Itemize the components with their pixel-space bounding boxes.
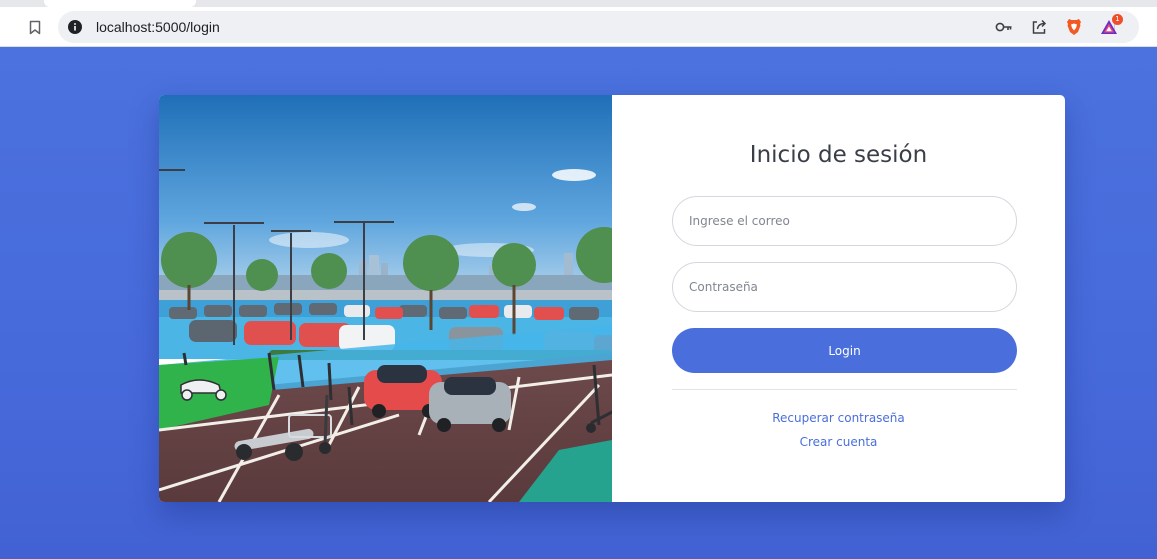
login-form: Inicio de sesión Login Recuperar contras… [612,95,1065,502]
brave-rewards-icon[interactable]: 1 [1100,14,1123,36]
active-tab[interactable] [44,0,196,7]
address-bar[interactable]: localhost:5000/login 1 [58,11,1139,43]
info-icon[interactable] [67,19,83,35]
parking-lot-illustration [159,95,612,502]
login-card: Inicio de sesión Login Recuperar contras… [159,95,1065,502]
key-icon[interactable] [995,18,1013,36]
brave-shield-icon[interactable] [1065,18,1083,36]
password-field[interactable] [672,262,1017,312]
page-title: Inicio de sesión [749,142,928,168]
url-text[interactable]: localhost:5000/login [96,18,220,36]
browser-toolbar: localhost:5000/login 1 [0,7,1157,47]
divider [672,389,1017,390]
tab-strip [0,0,1157,7]
recover-password-link[interactable]: Recuperar contraseña [612,411,1065,425]
login-button[interactable]: Login [672,328,1017,373]
bookmark-icon[interactable] [24,16,46,38]
rewards-badge: 1 [1112,14,1123,25]
share-icon[interactable] [1030,18,1048,36]
email-field[interactable] [672,196,1017,246]
create-account-link[interactable]: Crear cuenta [612,435,1065,449]
